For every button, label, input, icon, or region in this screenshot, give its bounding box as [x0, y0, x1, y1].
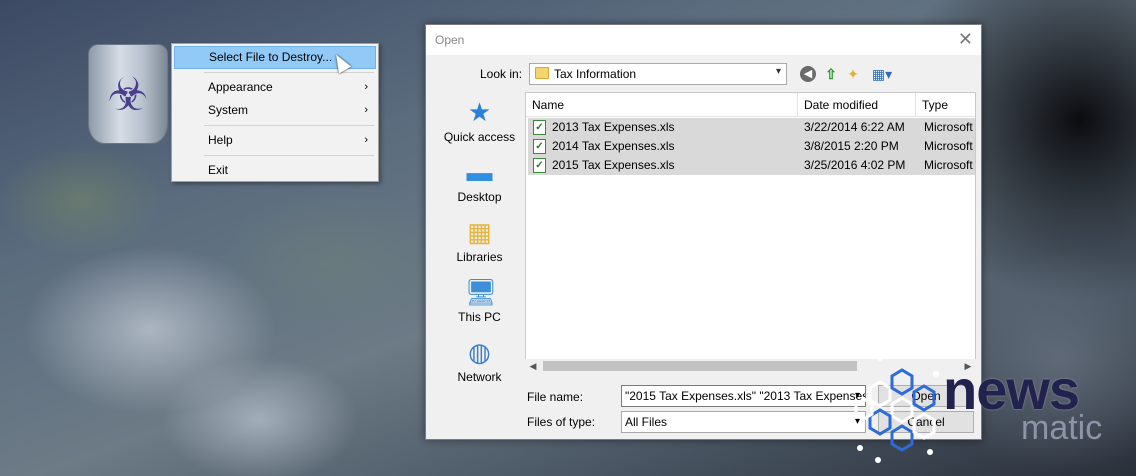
- chevron-down-icon[interactable]: ▾: [776, 66, 781, 77]
- dialog-title: Open: [435, 33, 465, 47]
- view-menu-icon[interactable]: ▦▾: [869, 65, 895, 83]
- look-in-value: Tax Information: [554, 67, 637, 81]
- column-header-date[interactable]: Date modified: [798, 93, 916, 117]
- menu-separator: [204, 125, 374, 126]
- menu-item-appearance[interactable]: Appearance ›: [174, 76, 376, 99]
- file-list: ^ Name Date modified Type ✓ 2013 Tax Exp…: [525, 92, 976, 373]
- file-row[interactable]: ✓ 2014 Tax Expenses.xls 3/8/2015 2:20 PM…: [528, 137, 975, 156]
- scroll-left-icon[interactable]: ◀: [525, 359, 541, 373]
- desktop-icon: ▬: [466, 157, 493, 187]
- up-folder-icon[interactable]: ⇧: [822, 65, 840, 83]
- dialog-titlebar: Open ✕: [426, 25, 981, 55]
- place-desktop[interactable]: ▬ Desktop: [437, 158, 522, 204]
- file-list-header: ^ Name Date modified Type: [526, 93, 975, 117]
- menu-item-system[interactable]: System ›: [174, 99, 376, 122]
- place-quick-access[interactable]: ★ Quick access: [437, 98, 522, 144]
- excel-file-icon: ✓: [533, 120, 546, 135]
- file-date: 3/22/2014 6:22 AM: [804, 120, 905, 134]
- biohazard-icon: ☣: [107, 67, 149, 121]
- menu-item-help[interactable]: Help ›: [174, 129, 376, 152]
- place-label: Libraries: [456, 250, 503, 264]
- look-in-label: Look in:: [480, 67, 523, 81]
- place-label: This PC: [458, 310, 501, 324]
- newsmatic-logo: news matic: [850, 348, 1136, 472]
- file-type: Microsoft: [924, 120, 973, 134]
- logo-text-matic: matic: [1021, 409, 1103, 447]
- excel-file-icon: ✓: [533, 139, 546, 154]
- menu-item-label: Appearance: [208, 80, 273, 94]
- place-network[interactable]: ◍ Network: [437, 338, 522, 384]
- menu-separator: [204, 72, 374, 73]
- file-type: Microsoft: [924, 139, 973, 153]
- star-icon: ★: [467, 97, 492, 127]
- folder-icon: [535, 67, 549, 79]
- hexagon-network-icon: [854, 353, 939, 463]
- submenu-arrow-icon: ›: [364, 81, 368, 93]
- bin-body: ☣: [88, 44, 168, 144]
- place-label: Network: [457, 370, 502, 384]
- place-this-pc[interactable]: 🖥 This PC: [437, 278, 522, 324]
- libraries-icon: ▦: [467, 217, 492, 247]
- file-name: 2013 Tax Expenses.xls: [552, 120, 675, 134]
- column-header-type[interactable]: Type: [916, 93, 975, 117]
- file-date: 3/8/2015 2:20 PM: [804, 139, 899, 153]
- look-in-combo[interactable]: Tax Information ▾: [529, 63, 787, 85]
- new-folder-icon[interactable]: ✦: [844, 65, 862, 83]
- files-of-type-label: Files of type:: [527, 415, 596, 429]
- place-label: Quick access: [443, 130, 516, 144]
- menu-separator: [204, 155, 374, 156]
- file-date: 3/25/2016 4:02 PM: [804, 158, 906, 172]
- file-row[interactable]: ✓ 2015 Tax Expenses.xls 3/25/2016 4:02 P…: [528, 156, 975, 175]
- menu-item-label: Select File to Destroy...: [209, 50, 333, 64]
- menu-item-label: Help: [208, 133, 233, 147]
- submenu-arrow-icon: ›: [364, 134, 368, 146]
- menu-item-label: System: [208, 103, 249, 117]
- computer-icon: 🖥: [464, 277, 498, 307]
- files-of-type-select[interactable]: All Files: [621, 411, 866, 433]
- excel-file-icon: ✓: [533, 158, 546, 173]
- column-header-name[interactable]: Name: [526, 93, 798, 117]
- submenu-arrow-icon: ›: [364, 104, 368, 116]
- scroll-thumb[interactable]: [543, 361, 857, 371]
- place-label: Desktop: [457, 190, 502, 204]
- file-row[interactable]: ✓ 2013 Tax Expenses.xls 3/22/2014 6:22 A…: [528, 118, 975, 137]
- file-type: Microsoft: [924, 158, 973, 172]
- file-name-label: File name:: [527, 390, 584, 404]
- file-name: 2014 Tax Expenses.xls: [552, 139, 675, 153]
- network-icon: ◍: [468, 337, 491, 367]
- file-name-input[interactable]: "2015 Tax Expenses.xls" "2013 Tax Expens…: [621, 385, 866, 407]
- recycle-bin-icon[interactable]: ☣: [84, 36, 168, 148]
- menu-item-exit[interactable]: Exit: [174, 159, 376, 182]
- close-icon[interactable]: ✕: [958, 29, 973, 49]
- places-bar: ★ Quick access ▬ Desktop ▦ Libraries 🖥 T…: [437, 92, 522, 392]
- back-icon[interactable]: ◀: [800, 66, 816, 82]
- file-name: 2015 Tax Expenses.xls: [552, 158, 675, 172]
- menu-item-label: Exit: [208, 163, 229, 177]
- place-libraries[interactable]: ▦ Libraries: [437, 218, 522, 264]
